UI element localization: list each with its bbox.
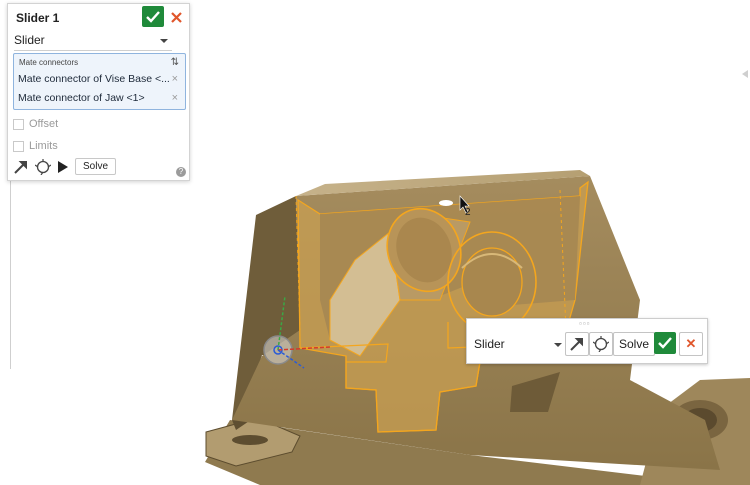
animate-icon [570, 338, 583, 351]
offset-label: Offset [29, 118, 59, 130]
floating-cancel-button[interactable]: ✕ [679, 332, 703, 356]
floating-accept-button[interactable] [654, 332, 676, 354]
check-icon [146, 10, 160, 23]
limits-checkbox[interactable] [13, 140, 24, 152]
mate-toolbar: Solve [13, 158, 117, 175]
close-icon: ✕ [685, 336, 697, 351]
mate-connector-item[interactable]: Mate connector of Vise Base <... × [18, 73, 180, 85]
play-icon[interactable] [57, 160, 69, 174]
cursor-count-label: 2 [465, 207, 471, 218]
mate-connectors-list[interactable]: Mate connectors ⇅ Mate connector of Vise… [13, 53, 186, 110]
cancel-button[interactable] [168, 8, 184, 26]
mate-connectors-label: Mate connectors [19, 58, 79, 67]
solve-button[interactable]: Solve [75, 158, 117, 175]
mate-dof-icon[interactable] [35, 158, 51, 175]
mate-type-value: Slider [14, 33, 45, 47]
mate-dof-icon [593, 336, 609, 352]
floating-mate-type-dropdown[interactable]: Slider [474, 334, 562, 354]
remove-icon[interactable]: × [172, 92, 178, 104]
help-icon[interactable]: ? [176, 167, 186, 177]
animate-button[interactable] [565, 332, 589, 356]
selection-point [439, 200, 453, 206]
floating-mate-type-value: Slider [474, 337, 505, 351]
viewcube-edge-arrow [742, 70, 748, 78]
mate-feature-dialog: Slider 1 Slider Mate connectors ⇅ Mate c… [7, 3, 190, 181]
remove-icon[interactable]: × [172, 73, 178, 85]
chevron-down-icon [160, 39, 168, 43]
sort-icon[interactable]: ⇅ [171, 57, 179, 68]
floating-solve-button[interactable]: Solve [613, 332, 656, 356]
grip-icon[interactable]: ▫▫▫ [579, 319, 591, 328]
close-icon [170, 11, 182, 23]
limits-label: Limits [29, 140, 58, 152]
offset-option[interactable]: Offset [13, 118, 58, 130]
mate-type-dropdown[interactable]: Slider [14, 30, 172, 51]
accept-button[interactable] [142, 6, 164, 27]
cursor-hover-badge: 2 [465, 207, 471, 218]
feature-title: Slider 1 [16, 11, 60, 25]
chevron-down-icon [554, 343, 562, 347]
limits-option[interactable]: Limits [13, 140, 58, 152]
mate-dof-button[interactable] [589, 332, 613, 356]
mate-connector-label: Mate connector of Vise Base <... [18, 73, 170, 85]
animate-icon[interactable] [13, 159, 29, 175]
mate-connector-label: Mate connector of Jaw <1> [18, 92, 145, 104]
mate-connector-item[interactable]: Mate connector of Jaw <1> × [18, 92, 180, 104]
offset-checkbox[interactable] [13, 118, 24, 130]
base-ear-slot [232, 435, 268, 445]
floating-mate-dialog: ▫▫▫ Slider Solve ✕ [466, 318, 708, 364]
check-icon [658, 337, 672, 349]
panel-divider [10, 179, 11, 369]
